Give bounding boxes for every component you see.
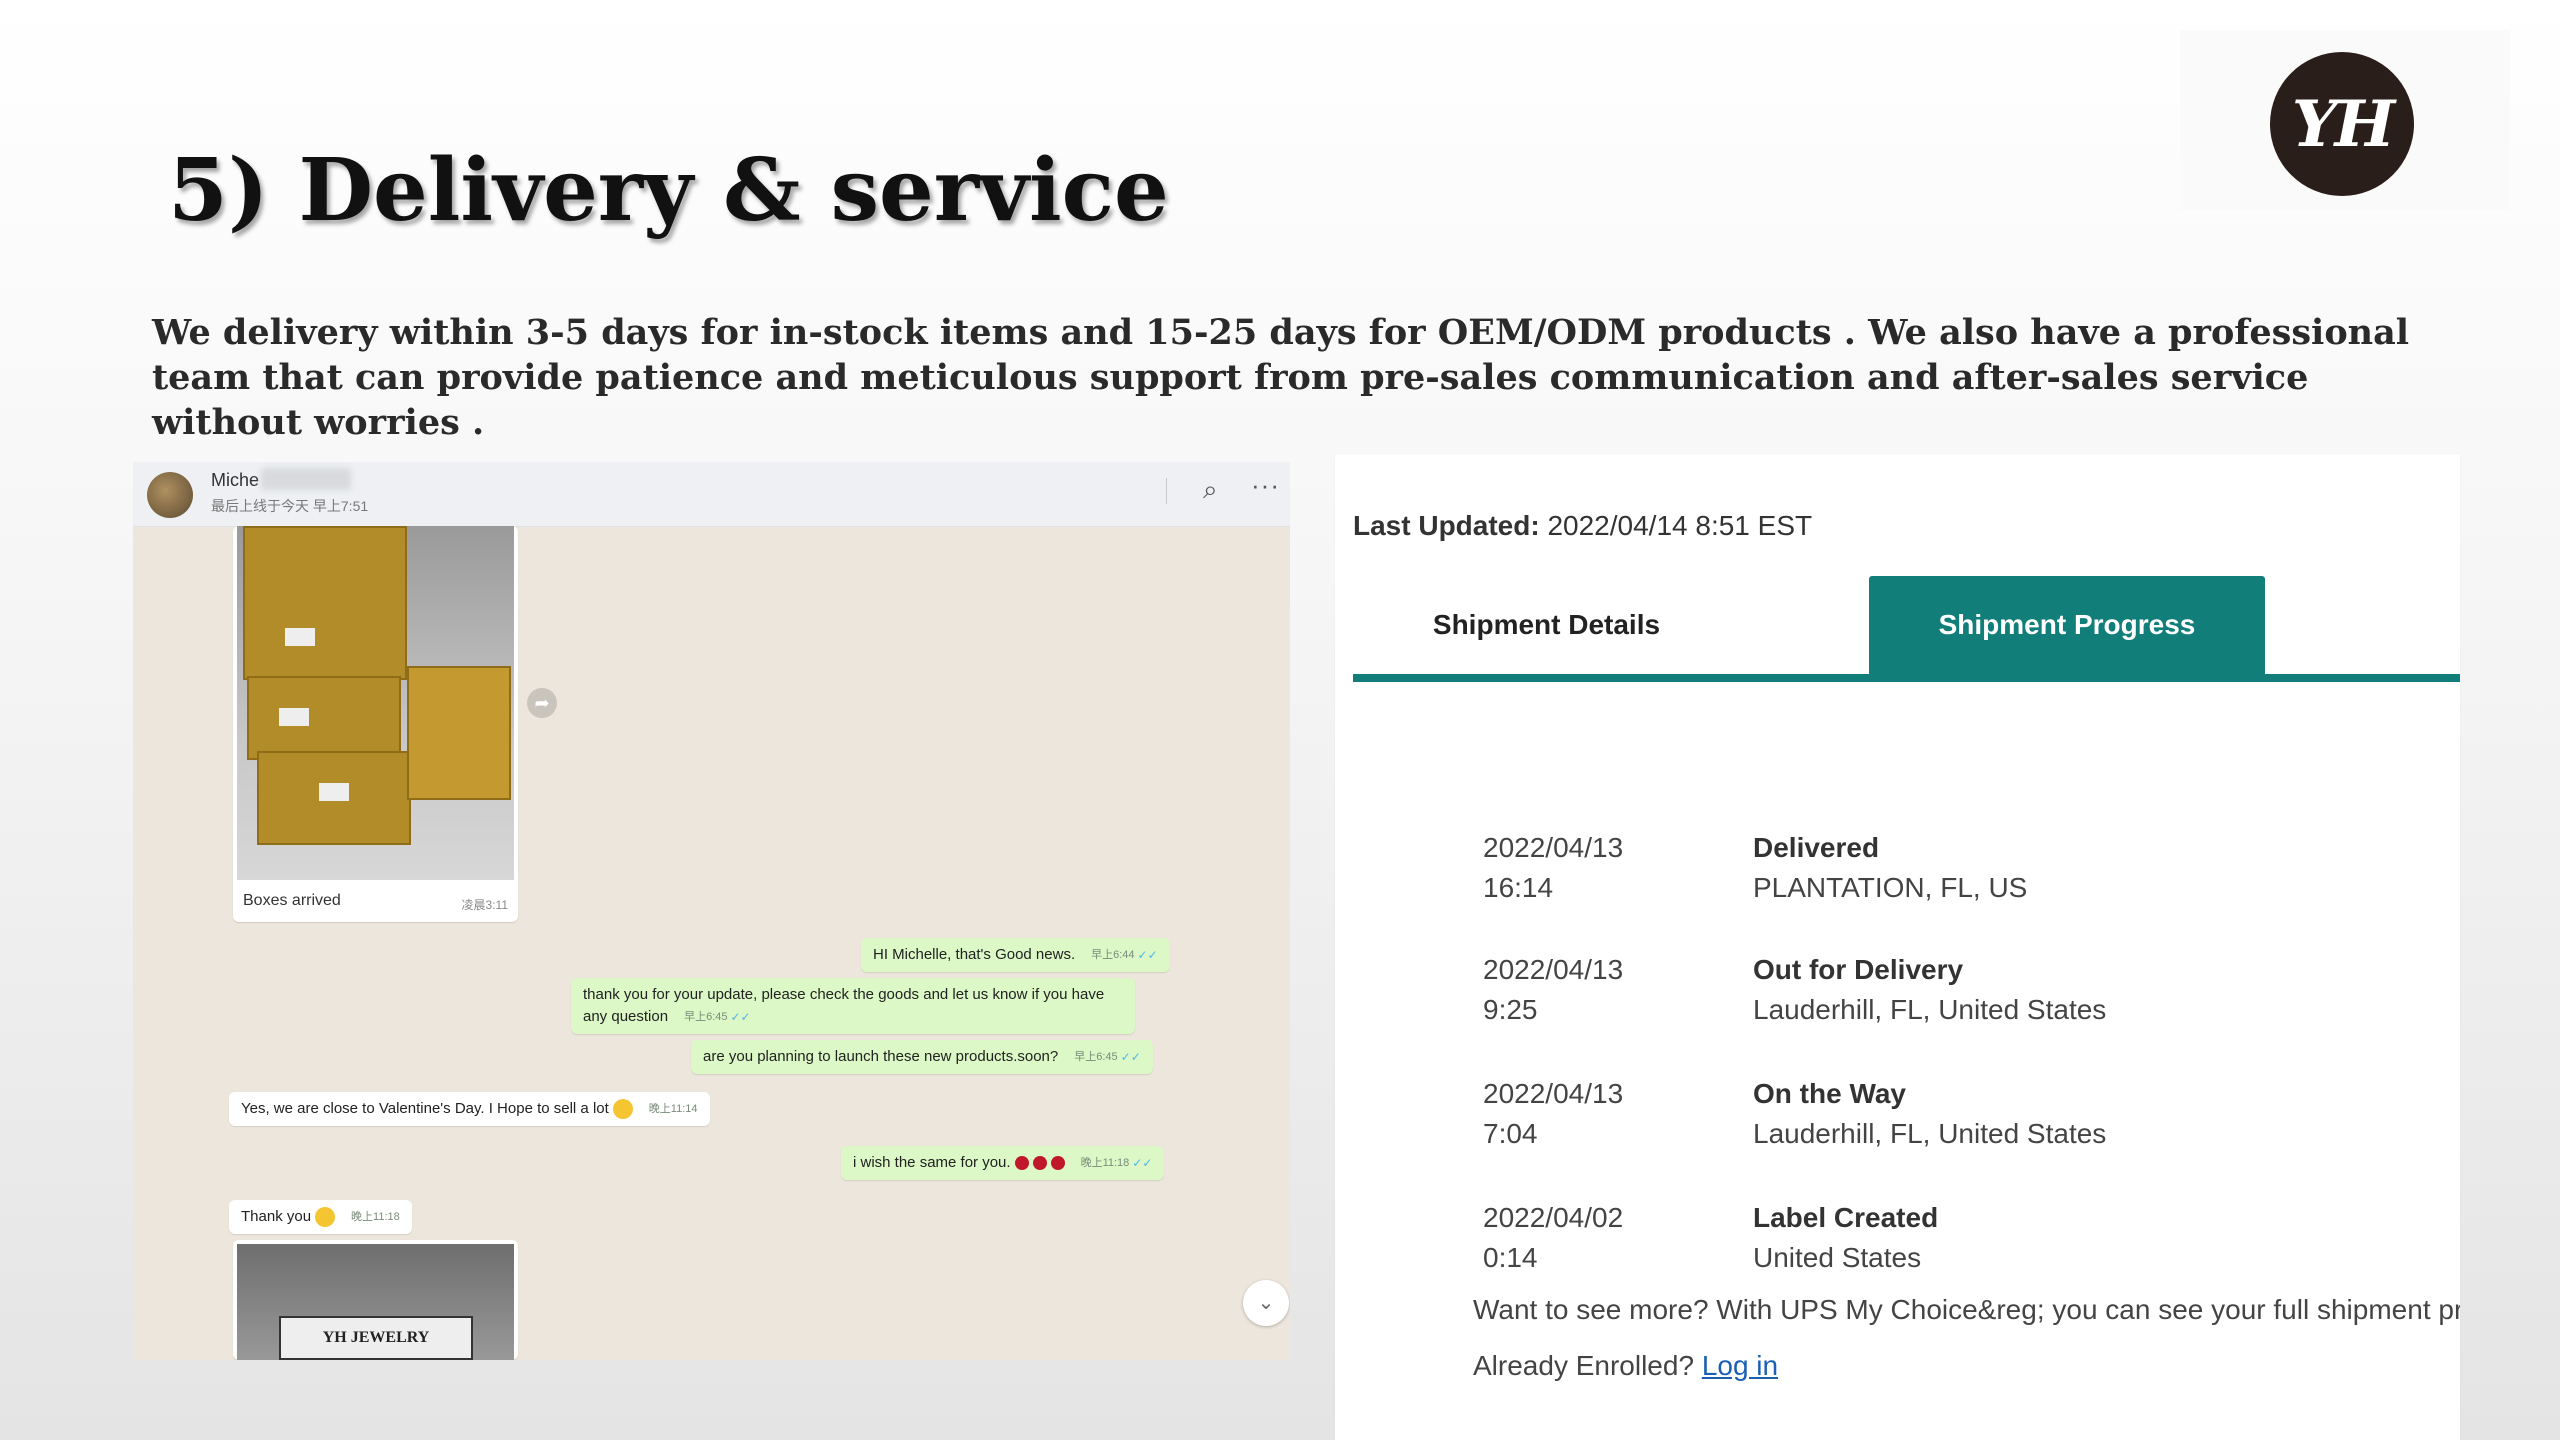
image-message[interactable]: Boxes arrived 凌晨3:11	[233, 526, 518, 922]
more-info-text: Want to see more? With UPS My Choice&reg…	[1473, 1294, 2460, 1325]
double-check-icon: ✓✓	[1132, 1156, 1153, 1170]
event-status: Label Created	[1753, 1202, 1939, 1233]
message-text: Yes, we are close to Valentine's Day. I …	[241, 1100, 609, 1117]
box	[407, 666, 511, 800]
slide-title: 5) Delivery & service	[168, 140, 1169, 241]
grinning-emoji-icon	[612, 1099, 633, 1120]
rose-emoji-icon	[1050, 1156, 1065, 1171]
box	[257, 751, 411, 845]
double-check-icon: ✓✓	[1137, 948, 1158, 962]
event-date: 2022/04/13	[1483, 954, 1624, 985]
rose-emoji-icon	[1014, 1156, 1029, 1171]
tracking-event: 2022/04/02 0:14 Label Created United State…	[1483, 1198, 2433, 1278]
message-text: thank you for your update, please check …	[583, 986, 1105, 1025]
event-time: 9:25	[1483, 994, 1538, 1025]
message-time: 早上6:45	[1074, 1051, 1118, 1063]
chat-header: Miche 最后上线于今天 早上7:51 ⌕ ···	[133, 462, 1290, 527]
box-label	[319, 783, 349, 801]
tab-shipment-progress[interactable]: Shipment Progress	[1869, 576, 2265, 674]
chevron-down-icon[interactable]: ⌄	[1243, 1280, 1289, 1326]
box-label	[285, 628, 315, 646]
package-label: YH JEWELRY	[279, 1316, 473, 1360]
tab-shipment-details[interactable]: Shipment Details	[1353, 576, 1740, 674]
event-location: Lauderhill, FL, United States	[1753, 1118, 2107, 1149]
chat-message[interactable]: Thank you 晚上11:18	[229, 1200, 412, 1234]
chat-message[interactable]: i wish the same for you. 晚上11:18 ✓✓	[841, 1146, 1165, 1180]
more-icon[interactable]: ···	[1251, 470, 1280, 501]
login-link[interactable]: Log in	[1702, 1350, 1778, 1381]
package-photo[interactable]: YH JEWELRY	[237, 1244, 514, 1360]
chat-message[interactable]: thank you for your update, please check …	[571, 978, 1135, 1034]
tab-underline	[1353, 674, 2460, 682]
double-check-icon: ✓✓	[1120, 1050, 1141, 1064]
box-label	[279, 708, 309, 726]
chat-message[interactable]: HI Michelle, that's Good news. 早上6:44 ✓✓	[861, 938, 1170, 972]
message-time: 早上6:45	[684, 1011, 728, 1023]
message-time: 晚上11:18	[1080, 1157, 1130, 1169]
flower-emoji-icon	[315, 1207, 336, 1228]
message-text: Thank you	[241, 1208, 312, 1225]
chat-message[interactable]: are you planning to launch these new pro…	[691, 1040, 1153, 1074]
tracking-event: 2022/04/13 7:04 On the Way Lauderhill, FL,…	[1483, 1074, 2433, 1154]
avatar[interactable]	[147, 472, 193, 518]
event-time: 7:04	[1483, 1118, 1538, 1149]
event-status: On the Way	[1753, 1078, 1906, 1109]
event-date: 2022/04/13	[1483, 1078, 1624, 1109]
enrolled-prompt: Already Enrolled? Log in	[1473, 1350, 1778, 1382]
chat-message[interactable]: Yes, we are close to Valentine's Day. I …	[229, 1092, 710, 1126]
last-updated-label: Last Updated:	[1353, 510, 1540, 541]
event-date: 2022/04/02	[1483, 1202, 1624, 1233]
box	[247, 676, 401, 760]
double-check-icon: ✓✓	[730, 1010, 751, 1024]
message-text: i wish the same for you.	[853, 1154, 1011, 1171]
box	[243, 526, 407, 680]
message-time: 凌晨3:11	[461, 898, 508, 912]
tracking-event: 2022/04/13 9:25 Out for Delivery Lauderhil…	[1483, 950, 2433, 1030]
last-updated-value: 2022/04/14 8:51 EST	[1547, 510, 1813, 541]
event-location: Lauderhill, FL, United States	[1753, 994, 2107, 1025]
search-icon[interactable]: ⌕	[1203, 474, 1218, 506]
message-text: are you planning to launch these new pro…	[703, 1048, 1059, 1065]
message-time: 晚上11:18	[351, 1211, 400, 1223]
redacted-name	[261, 468, 351, 490]
header-divider	[1166, 478, 1167, 504]
enrolled-prompt-text: Already Enrolled?	[1473, 1350, 1695, 1381]
slide-description: We delivery within 3-5 days for in-stock…	[152, 312, 2410, 443]
event-date: 2022/04/13	[1483, 832, 1624, 863]
boxes-photo[interactable]	[237, 526, 514, 880]
rose-emoji-icon	[1032, 1156, 1047, 1171]
event-status: Delivered	[1753, 832, 1880, 863]
contact-status: 最后上线于今天 早上7:51	[211, 498, 369, 514]
chat-window: Miche 最后上线于今天 早上7:51 ⌕ ··· Boxes arrived…	[133, 462, 1290, 1360]
contact-name[interactable]: Miche	[211, 470, 259, 491]
message-text: HI Michelle, that's Good news.	[873, 946, 1076, 963]
event-time: 0:14	[1483, 1242, 1538, 1273]
message-time: 早上6:44	[1091, 949, 1135, 961]
tracking-panel: Last Updated: 2022/04/14 8:51 EST Shipme…	[1335, 454, 2460, 1440]
event-location: United States	[1753, 1242, 1922, 1273]
event-status: Out for Delivery	[1753, 954, 1964, 985]
image-caption: Boxes arrived	[243, 892, 341, 909]
message-time: 晚上11:14	[648, 1103, 698, 1115]
event-time: 16:14	[1483, 872, 1554, 903]
tracking-event: 2022/04/13 16:14 Delivered PLANTATION, FL,…	[1483, 828, 2433, 908]
brand-logo: YH	[2270, 52, 2414, 196]
forward-icon[interactable]: ➦	[527, 688, 557, 718]
event-location: PLANTATION, FL, US	[1753, 872, 2028, 903]
image-message[interactable]: YH JEWELRY	[233, 1240, 518, 1360]
last-updated: Last Updated: 2022/04/14 8:51 EST	[1353, 510, 1812, 542]
